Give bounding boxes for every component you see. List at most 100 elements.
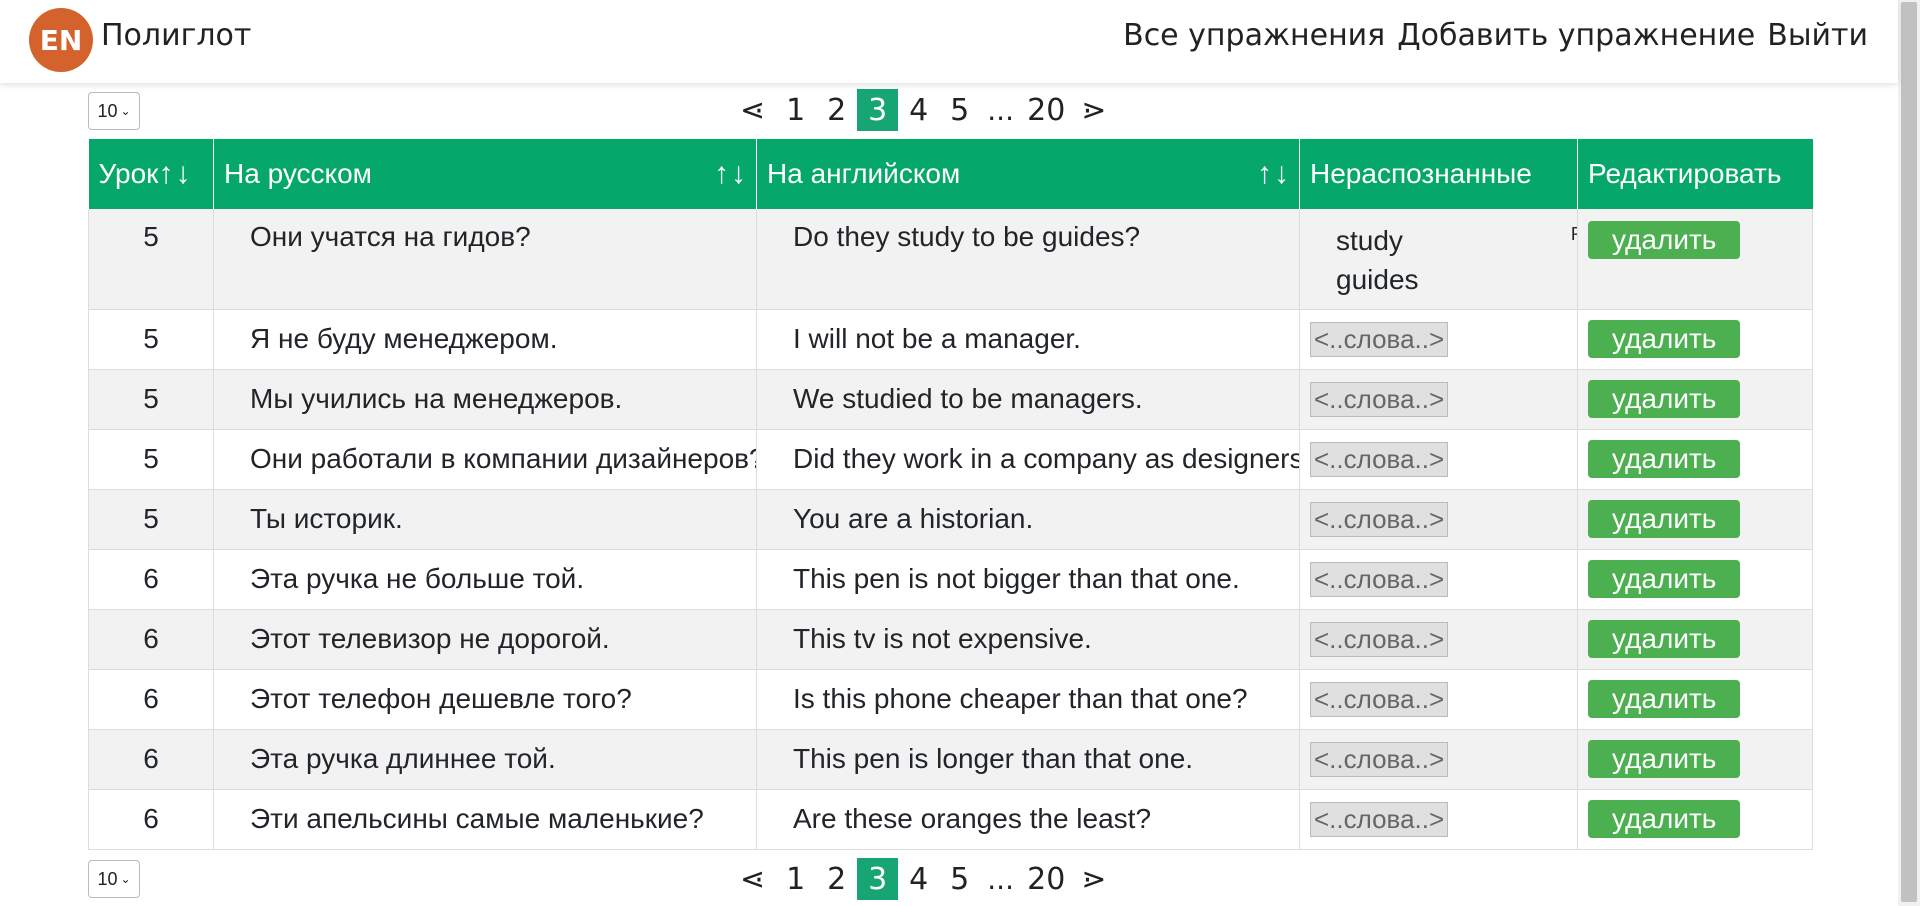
cell-actions: удалить bbox=[1577, 369, 1813, 430]
page-size-value: 10 bbox=[97, 868, 118, 889]
delete-button[interactable]: удалить bbox=[1588, 500, 1741, 538]
cell-actions: удалить bbox=[1577, 669, 1813, 730]
prev-page-arrow-icon[interactable]: ⋖ bbox=[730, 89, 775, 131]
header-english[interactable]: На английском ↑↓ bbox=[756, 139, 1300, 209]
cell-lesson: 5 bbox=[88, 369, 214, 430]
unrecognized-word-text: guides bbox=[1336, 264, 1419, 295]
page-button-last[interactable]: 20 bbox=[1021, 858, 1071, 900]
page-button[interactable]: 2 bbox=[816, 858, 857, 900]
next-page-arrow-icon[interactable]: ⋗ bbox=[1071, 89, 1116, 131]
cell-russian[interactable]: Я не буду менеджером. bbox=[213, 309, 757, 370]
page-size-select-top[interactable]: 10 ⌄ bbox=[88, 92, 140, 130]
words-button[interactable]: <..слова..> bbox=[1310, 321, 1449, 357]
cell-english[interactable]: Is this phone cheaper than that one? bbox=[756, 669, 1300, 730]
cell-russian[interactable]: Эта ручка длиннее той. bbox=[213, 729, 757, 790]
table-row: 5 Они работали в компании дизайнеров? Did … bbox=[88, 429, 1813, 490]
sort-icon[interactable]: ↑↓ bbox=[1257, 157, 1291, 191]
cell-russian[interactable]: Они работали в компании дизайнеров? bbox=[213, 429, 757, 490]
page-button-last[interactable]: 20 bbox=[1021, 89, 1071, 131]
header-lesson-label: Урок bbox=[98, 158, 159, 189]
nav-all-exercises[interactable]: Все упражнения bbox=[1123, 18, 1385, 53]
delete-button[interactable]: удалить bbox=[1588, 320, 1741, 358]
cell-russian[interactable]: Эти апельсины самые маленькие? bbox=[213, 789, 757, 850]
unrecognized-word: studyRegularVerb bbox=[1336, 221, 1577, 260]
page-button[interactable]: 4 bbox=[898, 89, 939, 131]
words-button[interactable]: <..слова..> bbox=[1310, 381, 1449, 417]
cell-russian[interactable]: Эта ручка не больше той. bbox=[213, 549, 757, 610]
cell-english[interactable]: Did they work in a company as designers? bbox=[756, 429, 1300, 490]
cell-lesson: 6 bbox=[88, 669, 214, 730]
sort-icon[interactable]: ↑↓ bbox=[158, 157, 192, 190]
delete-button[interactable]: удалить bbox=[1588, 800, 1741, 838]
cell-actions: удалить bbox=[1577, 489, 1813, 550]
cell-unrecognized: studyRegularVerbguidesNoun bbox=[1299, 209, 1578, 310]
table-row: 6 Эта ручка длиннее той. This pen is longe… bbox=[88, 729, 1813, 790]
logo-badge[interactable]: EN bbox=[29, 8, 93, 72]
scrollbar-thumb[interactable] bbox=[1901, 2, 1917, 902]
delete-button[interactable]: удалить bbox=[1588, 620, 1741, 658]
cell-english[interactable]: This tv is not expensive. bbox=[756, 609, 1300, 670]
cell-unrecognized: <..слова..> bbox=[1299, 669, 1578, 730]
cell-english[interactable]: You are a historian. bbox=[756, 489, 1300, 550]
words-button[interactable]: <..слова..> bbox=[1310, 441, 1449, 477]
cell-lesson: 6 bbox=[88, 549, 214, 610]
cell-unrecognized: <..слова..> bbox=[1299, 789, 1578, 850]
words-button[interactable]: <..слова..> bbox=[1310, 801, 1449, 837]
app-name[interactable]: Полиглот bbox=[101, 18, 251, 53]
app-header: EN Полиглот Все упражнения Добавить упра… bbox=[0, 0, 1898, 83]
cell-lesson: 5 bbox=[88, 209, 214, 310]
header-russian-label: На русском bbox=[224, 158, 372, 189]
cell-lesson: 6 bbox=[88, 609, 214, 670]
chevron-down-icon: ⌄ bbox=[120, 872, 131, 886]
cell-english[interactable]: I will not be a manager. bbox=[756, 309, 1300, 370]
table-row: 6 Эта ручка не больше той. This pen is not… bbox=[88, 549, 1813, 610]
delete-button[interactable]: удалить bbox=[1588, 380, 1741, 418]
prev-page-arrow-icon[interactable]: ⋖ bbox=[730, 858, 775, 900]
header-english-label: На английском bbox=[767, 158, 961, 189]
words-button[interactable]: <..слова..> bbox=[1310, 741, 1449, 777]
page-button[interactable]: 1 bbox=[775, 89, 816, 131]
cell-russian[interactable]: Этот телефон дешевле того? bbox=[213, 669, 757, 730]
header-lesson[interactable]: Урок↑↓ bbox=[88, 139, 214, 209]
cell-russian[interactable]: Ты историк. bbox=[213, 489, 757, 550]
delete-button[interactable]: удалить bbox=[1588, 440, 1741, 478]
header-russian[interactable]: На русском ↑↓ bbox=[213, 139, 757, 209]
cell-english[interactable]: This pen is longer than that one. bbox=[756, 729, 1300, 790]
pagination-top: ⋖ 1 2 3 4 5... 20 ⋗ bbox=[730, 89, 1116, 131]
next-page-arrow-icon[interactable]: ⋗ bbox=[1071, 858, 1116, 900]
unrecognized-list: studyRegularVerbguidesNoun bbox=[1310, 221, 1577, 299]
cell-russian[interactable]: Мы учились на менеджеров. bbox=[213, 369, 757, 430]
page-button[interactable]: 3 bbox=[857, 858, 899, 900]
words-button[interactable]: <..слова..> bbox=[1310, 501, 1449, 537]
nav-add-exercise[interactable]: Добавить упражнение bbox=[1397, 18, 1755, 53]
table-row: 6 Этот телевизор не дорогой. This tv is no… bbox=[88, 609, 1813, 670]
page-button[interactable]: 2 bbox=[816, 89, 857, 131]
cell-russian[interactable]: Этот телевизор не дорогой. bbox=[213, 609, 757, 670]
words-button[interactable]: <..слова..> bbox=[1310, 621, 1449, 657]
delete-button[interactable]: удалить bbox=[1588, 560, 1741, 598]
table-row: 5 Мы учились на менеджеров. We studied to … bbox=[88, 369, 1813, 430]
cell-english[interactable]: Are these oranges the least? bbox=[756, 789, 1300, 850]
page-size-select-bottom[interactable]: 10 ⌄ bbox=[88, 860, 140, 898]
vertical-scrollbar[interactable] bbox=[1898, 0, 1920, 906]
header-edit: Редактировать bbox=[1577, 139, 1813, 209]
sort-icon[interactable]: ↑↓ bbox=[714, 157, 748, 191]
cell-english[interactable]: Do they study to be guides? bbox=[756, 209, 1300, 310]
page-button[interactable]: 1 bbox=[775, 858, 816, 900]
cell-english[interactable]: We studied to be managers. bbox=[756, 369, 1300, 430]
delete-button[interactable]: удалить bbox=[1588, 740, 1741, 778]
delete-button[interactable]: удалить bbox=[1588, 680, 1741, 718]
table-body: 5 Они учатся на гидов? Do they study to be… bbox=[88, 209, 1813, 850]
page-button[interactable]: 3 bbox=[857, 89, 899, 131]
delete-button[interactable]: удалить bbox=[1588, 221, 1741, 259]
page-button[interactable]: 5 bbox=[939, 89, 980, 131]
cell-russian[interactable]: Они учатся на гидов? bbox=[213, 209, 757, 310]
page-button[interactable]: 5 bbox=[939, 858, 980, 900]
page-button[interactable]: 4 bbox=[898, 858, 939, 900]
cell-lesson: 5 bbox=[88, 489, 214, 550]
words-button[interactable]: <..слова..> bbox=[1310, 561, 1449, 597]
nav-logout[interactable]: Выйти bbox=[1767, 18, 1868, 53]
pagination-bottom: ⋖ 1 2 3 4 5... 20 ⋗ bbox=[730, 858, 1116, 900]
words-button[interactable]: <..слова..> bbox=[1310, 681, 1449, 717]
cell-english[interactable]: This pen is not bigger than that one. bbox=[756, 549, 1300, 610]
